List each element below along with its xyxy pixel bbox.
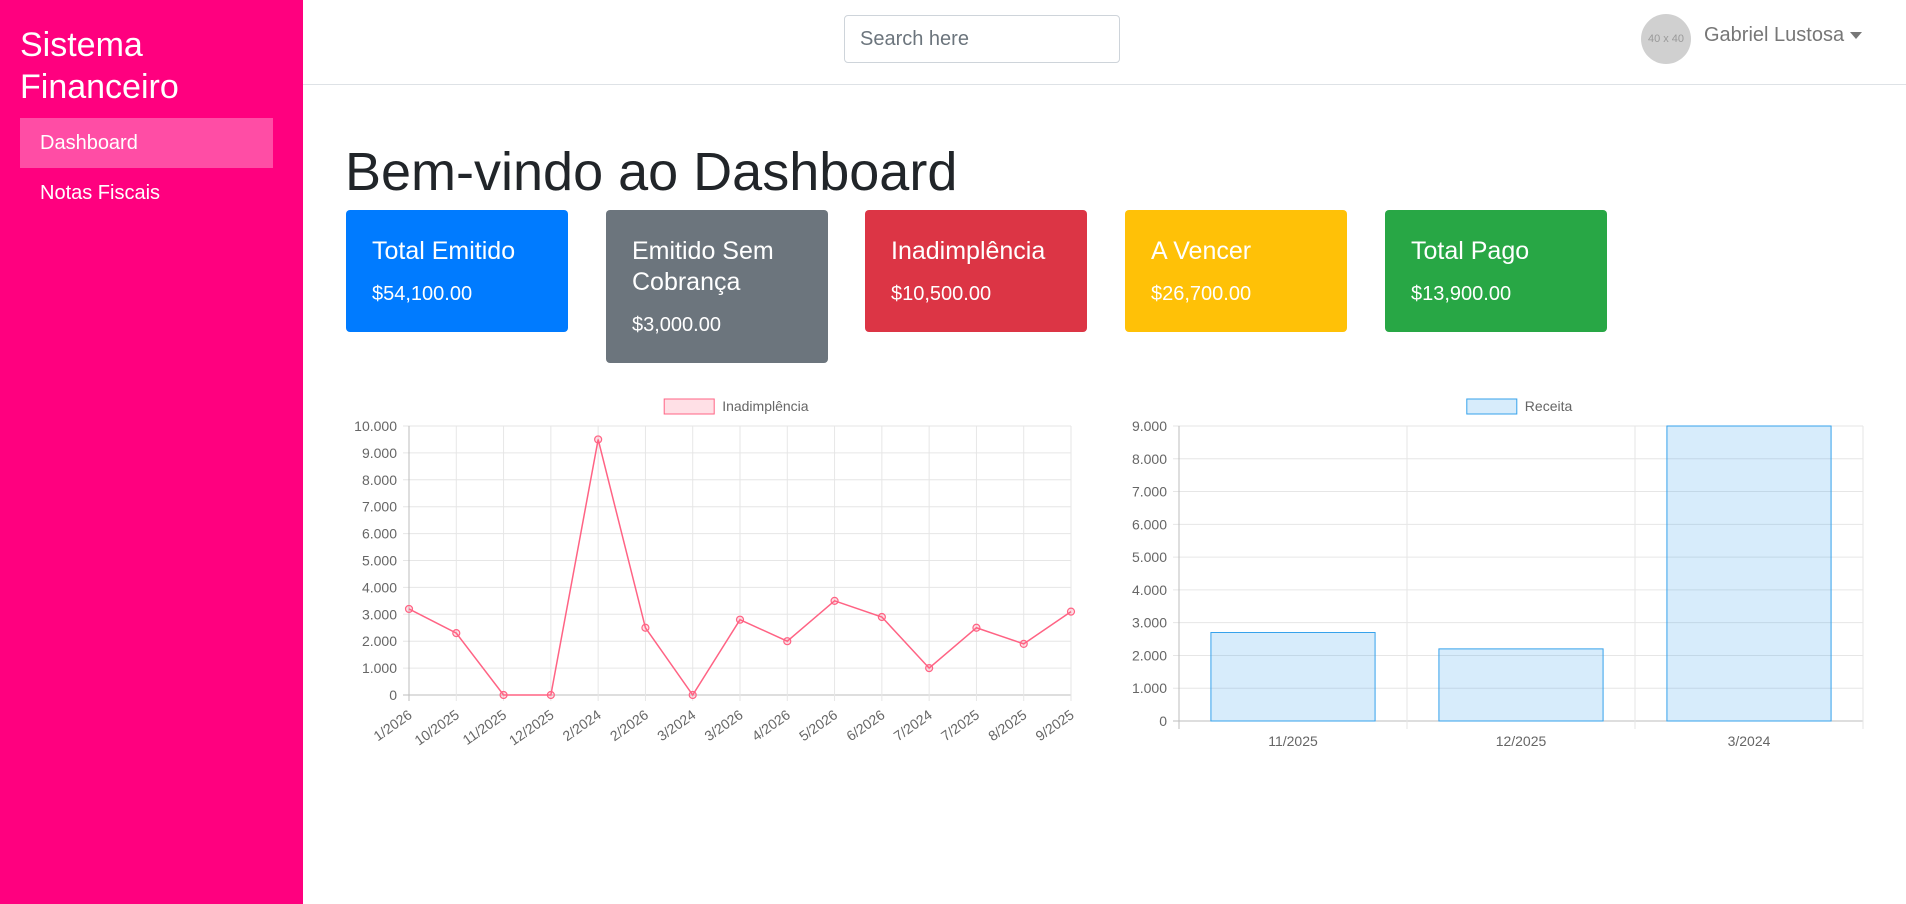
bar [1438,648,1604,722]
y-tick-label: 6.000 [362,526,397,542]
caret-down-icon [1850,32,1863,39]
legend-label: Receita [1525,398,1573,414]
data-point [877,612,886,622]
y-tick-label: 2.000 [362,633,397,649]
data-point [452,629,461,638]
card-title: A Vencer [1151,237,1252,265]
card-title: Inadimplência [891,237,1046,265]
legend-label: Inadimplência [722,398,809,414]
y-tick-label: 5.000 [362,553,397,569]
card-value: $13,900.00 [1411,283,1512,305]
legend-swatch [1466,398,1518,415]
card-total-pago: Total Pago $13,900.00 [1385,210,1607,332]
x-tick-label: 11/2025 [1268,733,1318,749]
x-tick-label: 2/2024 [560,706,604,744]
legend-swatch [663,398,715,415]
y-tick-label: 0 [389,687,397,703]
x-tick-label: 12/2025 [1496,733,1547,749]
card-a-vencer: A Vencer $26,700.00 [1125,210,1347,332]
x-tick-label: 8/2025 [985,706,1029,744]
y-tick-label: 3.000 [1132,615,1167,631]
search-input[interactable] [844,15,1120,63]
y-tick-label: 2.000 [1132,647,1167,663]
page-title: Bem-vindo ao Dashboard [345,142,958,202]
card-title: Emitido Sem Cobrança [632,237,774,296]
y-tick-label: 3.000 [362,606,397,622]
data-point [1019,639,1028,648]
card-value: $10,500.00 [891,283,992,305]
card-value: $3,000.00 [632,314,721,336]
card-value: $54,100.00 [372,283,473,305]
x-tick-label: 4/2026 [749,706,793,744]
app-root: Sistema Financeiro Dashboard Notas Fisca… [0,0,1906,904]
bar [1210,632,1376,722]
data-point [546,690,555,700]
data-point [499,690,508,700]
y-tick-label: 0 [1159,713,1167,729]
x-tick-label: 5/2026 [796,706,840,744]
avatar[interactable]: 40 x 40 [1641,14,1691,64]
card-emitido-sem-cobranca: Emitido Sem Cobrança $3,000.00 [606,210,828,363]
y-tick-label: 4.000 [362,579,397,595]
y-tick-label: 6.000 [1132,516,1167,532]
card-value: $26,700.00 [1151,283,1252,305]
x-tick-label: 3/2024 [1728,733,1771,749]
x-tick-label: 11/2025 [460,706,510,748]
data-point [735,615,745,624]
data-point [1066,607,1076,616]
y-tick-label: 7.000 [362,499,397,515]
card-inadimplencia: Inadimplência $10,500.00 [865,210,1087,332]
x-tick-label: 3/2026 [701,706,745,744]
x-tick-label: 1/2026 [370,706,414,744]
y-tick-label: 10.000 [354,418,397,434]
sidebar-item-notas-fiscais[interactable]: Notas Fiscais [20,168,273,218]
x-tick-label: 10/2025 [411,706,462,748]
data-point [594,435,603,444]
sidebar: Sistema Financeiro Dashboard Notas Fisca… [0,0,303,904]
x-tick-label: 9/2025 [1032,706,1076,744]
data-point [972,623,981,632]
data-point [830,596,839,605]
y-tick-label: 8.000 [362,472,397,488]
x-tick-label: 12/2025 [506,706,557,748]
line-chart-inadimplencia: Inadimplência 0 1.000 2.000 3.000 4.000 5.000 6… [354,398,1077,748]
y-tick-label: 9.000 [362,445,397,461]
sidebar-item-dashboard[interactable]: Dashboard [20,118,273,168]
y-tick-label: 7.000 [1132,484,1167,500]
card-title: Total Emitido [372,237,516,265]
card-total-emitido: Total Emitido $54,100.00 [346,210,568,332]
y-tick-label: 1.000 [1132,680,1167,696]
y-tick-label: 1.000 [362,660,397,676]
data-point [688,690,697,700]
card-title: Total Pago [1411,237,1530,265]
y-tick-label: 4.000 [1132,582,1167,598]
user-name: Gabriel Lustosa [1704,24,1845,46]
x-tick-label: 2/2026 [607,706,651,744]
x-tick-label: 7/2024 [891,706,935,744]
y-tick-label: 8.000 [1132,451,1167,467]
data-point [783,637,792,646]
data-point [925,664,934,673]
data-point [404,604,414,614]
y-tick-label: 5.000 [1132,549,1167,565]
user-menu-toggle[interactable]: Gabriel Lustosa [1704,24,1863,47]
x-tick-label: 3/2024 [654,706,698,744]
y-tick-label: 9.000 [1132,418,1167,434]
data-point [641,623,650,632]
sidebar-nav: Dashboard Notas Fiscais [20,118,273,218]
brand-title: Sistema Financeiro [20,26,179,106]
top-navbar: 40 x 40 Gabriel Lustosa [303,0,1906,85]
bar [1666,425,1832,722]
bar-chart-receita: Receita 0 1.000 2.000 3.000 4.000 5.000 6.000 7.… [1132,398,1864,749]
x-tick-label: 6/2026 [843,706,887,744]
x-tick-label: 7/2025 [938,706,982,744]
